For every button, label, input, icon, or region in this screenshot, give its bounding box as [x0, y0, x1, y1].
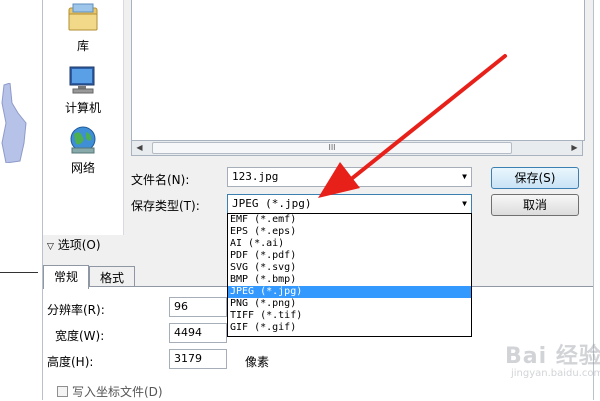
tab-format[interactable]: 格式 — [89, 266, 135, 288]
places-bar: 库 计算机 网络 — [43, 0, 124, 235]
network-globe-icon — [70, 126, 96, 154]
dropdown-option[interactable]: JPEG (*.jpg) — [228, 286, 471, 298]
height-input[interactable]: 3179 — [169, 349, 227, 369]
cancel-button[interactable]: 取消 — [491, 194, 579, 216]
save-dialog: 库 计算机 网络 ◀ III ▶ 文件名(N): 123.jpg ▼ 保存类型(… — [42, 0, 600, 401]
canvas-line — [0, 272, 38, 273]
dropdown-option[interactable]: EPS (*.eps) — [228, 226, 471, 238]
file-name-value: 123.jpg — [232, 170, 279, 183]
file-list-view[interactable] — [131, 0, 585, 141]
tab-general[interactable]: 常规 — [43, 265, 89, 289]
scroll-left-icon[interactable]: ◀ — [132, 141, 147, 155]
file-name-label: 文件名(N): — [131, 173, 190, 187]
resolution-label: 分辨率(R): — [47, 303, 105, 317]
watermark-main-text: Bai 经验 — [505, 344, 600, 369]
dropdown-option[interactable]: SVG (*.svg) — [228, 262, 471, 274]
place-computer-label: 计算机 — [64, 101, 101, 115]
tab-format-label: 格式 — [99, 271, 124, 285]
save-type-dropdown-list[interactable]: EMF (*.emf) EPS (*.eps) AI (*.ai) PDF (*.pd… — [227, 213, 472, 337]
resolution-value: 96 — [174, 300, 188, 313]
chevron-down-icon[interactable]: ▼ — [462, 195, 467, 213]
tab-general-label: 常规 — [53, 270, 78, 284]
world-file-label: 写入坐标文件(D) — [72, 385, 163, 399]
chevron-down-icon[interactable]: ▼ — [462, 168, 467, 186]
place-library[interactable]: 库 — [43, 2, 123, 54]
map-feature-shape — [1, 83, 27, 163]
scroll-right-icon[interactable]: ▶ — [567, 141, 582, 155]
width-input[interactable]: 4494 — [169, 323, 227, 343]
library-icon — [68, 3, 98, 31]
save-type-label: 保存类型(T): — [131, 199, 200, 213]
baidu-watermark: Bai 经验 jingyan.baidu.com — [505, 338, 600, 388]
options-toggle[interactable]: ▽ 选项(O) — [47, 236, 101, 253]
scrollbar-thumb[interactable]: III — [152, 142, 512, 154]
collapse-triangle-icon: ▽ — [47, 242, 54, 252]
dropdown-option[interactable]: BMP (*.bmp) — [228, 274, 471, 286]
horizontal-scrollbar[interactable]: ◀ III ▶ — [131, 140, 583, 156]
resolution-input[interactable]: 96 — [169, 297, 227, 317]
save-button[interactable]: 保存(S) — [491, 167, 579, 189]
place-network[interactable]: 网络 — [43, 124, 123, 176]
save-type-combobox[interactable]: JPEG (*.jpg) ▼ — [227, 194, 472, 214]
dropdown-option[interactable]: EMF (*.emf) — [228, 214, 471, 226]
dropdown-option[interactable]: PNG (*.png) — [228, 298, 471, 310]
width-value: 4494 — [174, 326, 202, 339]
dropdown-option[interactable]: TIFF (*.tif) — [228, 310, 471, 322]
width-label: 宽度(W): — [55, 329, 105, 343]
save-type-value: JPEG (*.jpg) — [232, 197, 312, 210]
dropdown-option[interactable]: GIF (*.gif) — [228, 322, 471, 334]
computer-icon — [69, 66, 95, 94]
watermark-url: jingyan.baidu.com — [511, 368, 600, 379]
map-canvas-strip — [0, 0, 42, 400]
scrollbar-grip: III — [328, 143, 336, 152]
height-unit-label: 像素 — [245, 355, 270, 369]
place-computer[interactable]: 计算机 — [43, 64, 123, 116]
height-value: 3179 — [174, 352, 202, 365]
height-label: 高度(H): — [47, 355, 94, 369]
place-library-label: 库 — [76, 39, 89, 53]
place-network-label: 网络 — [70, 161, 95, 175]
world-file-checkbox[interactable] — [57, 386, 68, 397]
file-name-input[interactable]: 123.jpg ▼ — [227, 167, 472, 187]
dropdown-option[interactable]: PDF (*.pdf) — [228, 250, 471, 262]
dropdown-option[interactable]: AI (*.ai) — [228, 238, 471, 250]
options-toggle-label: 选项(O) — [57, 238, 101, 252]
